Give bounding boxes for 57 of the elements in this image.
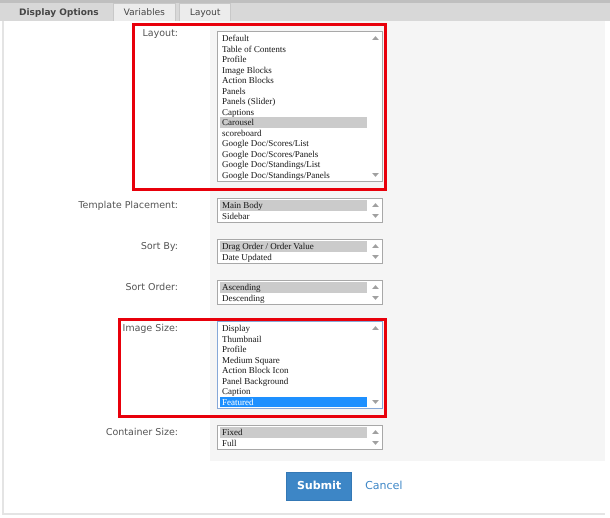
list-option[interactable]: Panel Background: [220, 376, 367, 386]
scroll-down-icon[interactable]: [372, 441, 379, 445]
list-option[interactable]: Medium Square: [220, 354, 367, 365]
list-option[interactable]: Panels (Slider): [220, 96, 367, 106]
field-label: Sort By:: [140, 240, 179, 254]
list-option[interactable]: Profile: [220, 344, 367, 354]
scroll-up-icon[interactable]: [372, 36, 379, 40]
list-option[interactable]: Image Blocks: [220, 64, 367, 75]
list-option[interactable]: Ascending: [220, 282, 367, 292]
list-box[interactable]: Fixed Full: [217, 425, 383, 450]
scroll-up-icon[interactable]: [372, 244, 379, 248]
list-option[interactable]: Thumbnail: [220, 334, 367, 344]
field-label: Layout:: [142, 27, 179, 41]
field-label: Image Size:: [122, 322, 179, 336]
list-option[interactable]: Drag Order / Order Value: [220, 241, 367, 252]
list-option[interactable]: Caption: [220, 386, 367, 396]
list-option[interactable]: scoreboard: [220, 128, 367, 138]
scroll-up-icon[interactable]: [372, 326, 379, 330]
list-option[interactable]: Display: [220, 323, 367, 334]
list-option[interactable]: Main Body: [220, 200, 367, 210]
tab[interactable]: Layout: [178, 3, 232, 21]
list-option[interactable]: Action Blocks: [220, 75, 367, 86]
list-option[interactable]: Sidebar: [220, 210, 367, 221]
scroll-up-icon[interactable]: [372, 203, 379, 207]
scroll-down-icon[interactable]: [372, 400, 379, 404]
list-option[interactable]: Descending: [220, 292, 367, 303]
list-option[interactable]: Google Doc/Scores/Panels: [220, 148, 367, 159]
list-box[interactable]: Drag Order / Order Value Date Updated: [217, 239, 383, 264]
field-label: Template Placement:: [77, 199, 179, 213]
list-option[interactable]: Google Doc/Standings/List: [220, 159, 367, 170]
list-box[interactable]: [217, 31, 383, 182]
cancel-link[interactable]: Cancel: [365, 478, 402, 494]
list-box[interactable]: Ascending Descending: [217, 280, 383, 305]
field-label: Container Size:: [104, 426, 179, 440]
list-option[interactable]: Action Block Icon: [220, 365, 367, 376]
field-label: Sort Order:: [124, 281, 179, 295]
submit-button[interactable]: Submit: [286, 472, 352, 500]
list-option[interactable]: Table of Contents: [220, 44, 367, 54]
list-option[interactable]: Date Updated: [220, 252, 367, 262]
scroll-down-icon[interactable]: [372, 296, 379, 300]
list-option[interactable]: Google Doc/Standings/Panels: [220, 170, 367, 180]
tab[interactable]: Variables: [112, 3, 176, 21]
list-option[interactable]: Fixed: [220, 427, 367, 438]
scroll-up-icon[interactable]: [372, 430, 379, 434]
list-box[interactable]: Display Thumbnail Profile Medium Square Action Block Icon Panel Background Caption Featured: [217, 321, 383, 409]
list-option[interactable]: Carousel: [220, 117, 367, 128]
list-option[interactable]: Captions: [220, 106, 367, 117]
scroll-down-icon[interactable]: [372, 214, 379, 218]
scroll-down-icon[interactable]: [372, 255, 379, 259]
scroll-down-icon[interactable]: [372, 173, 379, 177]
list-option[interactable]: Full: [220, 438, 367, 448]
list-option[interactable]: Profile: [220, 54, 367, 64]
scroll-up-icon[interactable]: [372, 285, 379, 289]
list-option[interactable]: Google Doc/Scores/List: [220, 138, 367, 148]
list-option[interactable]: Panels: [220, 86, 367, 96]
list-box[interactable]: Main Body Sidebar: [217, 198, 383, 223]
list-option[interactable]: Default: [220, 33, 367, 44]
